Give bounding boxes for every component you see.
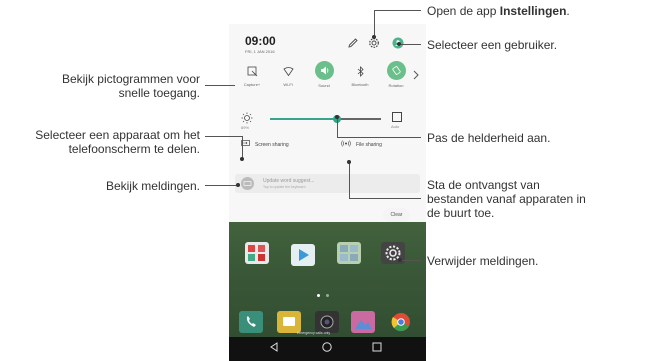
callout-notifications: Bekijk meldingen. xyxy=(105,179,200,193)
camera-app-icon[interactable] xyxy=(315,311,339,333)
screen-sharing-button[interactable]: Screen sharing xyxy=(241,140,289,149)
callout-line xyxy=(205,85,235,86)
chrome-app-icon[interactable] xyxy=(389,311,413,333)
page-indicator xyxy=(317,294,331,298)
callout-user: Selecteer een gebruiker. xyxy=(427,38,558,52)
apps-folder-icon[interactable] xyxy=(337,242,361,264)
status-date: FRI, 1 JAN 2016 xyxy=(245,49,275,54)
callout-file-sharing: Sta de ontvangst van bestanden vanaf app… xyxy=(427,178,586,220)
bluetooth-icon xyxy=(353,64,368,79)
notification-subtitle: Tap to update the keyboard xyxy=(263,185,306,189)
brightness-control: 89% Auto xyxy=(229,104,426,134)
quick-setting-label: Rotation xyxy=(388,83,404,88)
callout-line xyxy=(337,118,338,137)
callout-line-text: telefoonscherm te delen. xyxy=(68,142,200,156)
screen-sharing-label: Screen sharing xyxy=(255,141,289,148)
brightness-slider-fill xyxy=(270,118,337,120)
quick-setting-rotation[interactable]: Rotation xyxy=(381,61,411,88)
capture-icon xyxy=(245,64,260,79)
callout-line xyxy=(400,44,421,45)
gallery-app-icon[interactable] xyxy=(351,311,375,333)
quick-setting-capture[interactable]: Capture+ xyxy=(237,61,267,87)
callout-settings-text: Open de app xyxy=(427,4,500,18)
callout-line xyxy=(205,136,242,137)
callout-line xyxy=(337,137,421,138)
callout-dot xyxy=(347,160,351,164)
back-icon[interactable] xyxy=(268,341,280,356)
quick-setting-wifi[interactable]: Wi-Fi xyxy=(273,61,303,87)
chevron-right-icon[interactable] xyxy=(413,67,419,85)
file-sharing-icon xyxy=(341,140,351,149)
emergency-calls-label: Emergency calls only xyxy=(297,331,331,335)
wifi-icon xyxy=(281,64,296,79)
messaging-app-icon[interactable] xyxy=(277,311,301,333)
callout-dot xyxy=(335,115,339,119)
callout-screen-sharing: Selecteer een apparaat om het telefoonsc… xyxy=(4,128,200,156)
callout-settings: Open de app Instellingen. xyxy=(427,4,570,18)
callout-dot xyxy=(240,157,244,161)
callout-line-text: Selecteer een apparaat om het xyxy=(35,128,200,142)
callout-line xyxy=(349,162,350,198)
quick-setting-label: Capture+ xyxy=(243,82,261,87)
recents-icon[interactable] xyxy=(371,341,383,356)
file-sharing-button[interactable]: File sharing xyxy=(341,140,382,149)
play-store-icon[interactable] xyxy=(291,244,315,266)
phone-screen: 09:00 FRI, 1 JAN 2016 Capture+ Wi-Fi Sou… xyxy=(229,24,426,361)
callout-line xyxy=(374,10,421,11)
callout-line xyxy=(242,136,243,159)
quick-setting-label: Wi-Fi xyxy=(283,82,293,87)
notification-card[interactable]: Update word suggest... Tap to update the… xyxy=(235,174,420,193)
callout-dot xyxy=(236,183,240,187)
callout-line-text: Sta de ontvangst van xyxy=(427,178,540,192)
edit-icon[interactable] xyxy=(347,36,359,48)
callout-dot xyxy=(372,35,376,39)
brightness-value: 89% xyxy=(241,125,250,130)
quick-settings-row: Capture+ Wi-Fi Sound Bluetooth Rotation xyxy=(235,61,420,97)
quick-setting-label: Bluetooth xyxy=(351,82,369,87)
auto-brightness-label: Auto xyxy=(391,124,400,129)
quick-setting-bluetooth[interactable]: Bluetooth xyxy=(345,61,375,87)
callout-line xyxy=(205,185,238,186)
phone-app-icon[interactable] xyxy=(239,311,263,333)
callout-line xyxy=(401,260,421,261)
file-sharing-label: File sharing xyxy=(356,141,382,148)
callout-quick-access: Bekijk pictogrammen voor snelle toegang. xyxy=(34,72,200,100)
callout-line xyxy=(374,10,375,37)
rotation-icon xyxy=(386,61,406,80)
quick-setting-sound[interactable]: Sound xyxy=(309,61,339,88)
sound-icon xyxy=(314,61,334,80)
callout-dot xyxy=(397,42,401,46)
brightness-slider[interactable] xyxy=(270,115,381,123)
clear-notifications-button[interactable]: Clear xyxy=(383,208,410,222)
callout-brightness: Pas de helderheid aan. xyxy=(427,131,551,145)
callout-line-text: bestanden vanaf apparaten in xyxy=(427,192,586,206)
callout-dot xyxy=(398,258,402,262)
callout-line-text: Bekijk pictogrammen voor xyxy=(61,72,200,86)
home-icon[interactable] xyxy=(321,341,333,356)
callout-settings-bold: Instellingen xyxy=(499,4,567,18)
google-folder-icon[interactable] xyxy=(245,242,269,264)
callout-settings-suffix: . xyxy=(566,4,570,18)
navigation-bar xyxy=(229,337,426,361)
callout-clear: Verwijder meldingen. xyxy=(427,254,539,268)
keyboard-icon xyxy=(241,177,254,190)
callout-line-text: snelle toegang. xyxy=(118,86,200,100)
quick-setting-label: Sound xyxy=(318,83,330,88)
notification-title: Update word suggest... xyxy=(263,178,315,184)
callout-line-text: de buurt toe. xyxy=(427,206,495,220)
callout-line xyxy=(349,198,421,199)
status-time: 09:00 xyxy=(245,34,276,48)
auto-brightness-checkbox[interactable] xyxy=(392,112,402,122)
